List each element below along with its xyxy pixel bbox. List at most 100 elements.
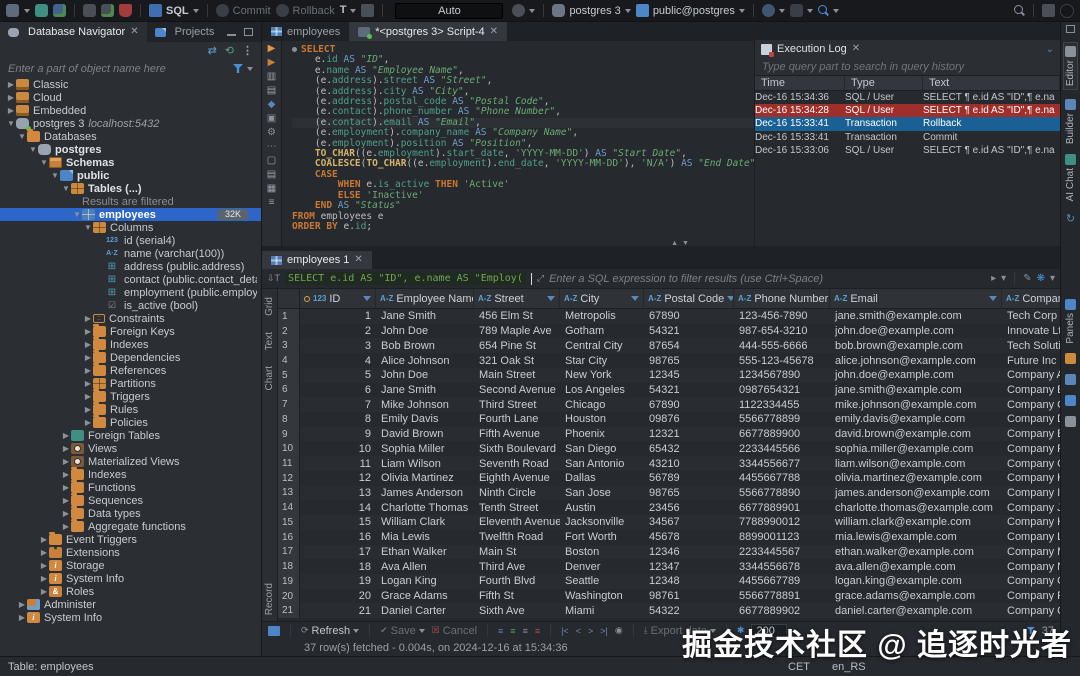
grid-cell[interactable]: Company K [1002, 515, 1060, 530]
tree-item[interactable]: ▶Dependencies [0, 351, 261, 364]
grid-cell[interactable]: 98761 [644, 589, 734, 604]
tab-employees-1[interactable]: employees 1✕ [262, 251, 372, 269]
grid-cell[interactable]: Ninth Circle [474, 486, 560, 501]
prev-row-icon[interactable]: < [576, 626, 581, 636]
clear-filter-icon[interactable]: ≡ [535, 626, 540, 636]
row-number[interactable]: 3 [278, 338, 300, 353]
grid-cell[interactable]: 7788990012 [734, 515, 830, 530]
grid-cell[interactable]: 3344556678 [734, 559, 830, 574]
grid-cell[interactable]: 54321 [644, 383, 734, 398]
grid-cell[interactable]: Olivia Martinez [376, 471, 474, 486]
grid-column-header[interactable]: A-ZPostal Code [644, 289, 734, 308]
cancel-button[interactable]: ☒Cancel [432, 625, 477, 637]
grid-cell[interactable]: 54322 [644, 603, 734, 618]
grid-cell[interactable]: 3 [300, 338, 376, 353]
grid-cell[interactable]: 789 Maple Ave [474, 324, 560, 339]
tree-item[interactable]: ▶Aggregate functions [0, 520, 261, 533]
row-number[interactable]: 10 [278, 441, 300, 456]
row-number[interactable]: 8 [278, 412, 300, 427]
value-viewer-icon[interactable] [1065, 353, 1076, 364]
table-row[interactable]: 2020Grace AdamsFifth StWashington9876155… [278, 589, 1060, 604]
grid-cell[interactable]: Grace Adams [376, 589, 474, 604]
log-row[interactable]: Dec-16 15:33:41TransactionRollback [755, 117, 1060, 130]
tree-item[interactable]: ▶Roles [0, 585, 261, 598]
row-number[interactable]: 1 [278, 309, 300, 324]
search-icon[interactable] [1014, 5, 1025, 16]
grid-column-header[interactable]: A-ZPhone Number [734, 289, 830, 308]
grid-cell[interactable]: Star City [560, 353, 644, 368]
grid-cell[interactable]: bob.brown@example.com [830, 338, 1002, 353]
dropdown-caret[interactable] [24, 9, 30, 13]
export-result-icon[interactable]: ▥ [265, 72, 279, 82]
tree-item[interactable]: ▶Cloud [0, 91, 261, 104]
grid-cell[interactable]: 11 [300, 456, 376, 471]
tree-item[interactable]: ▶System Info [0, 611, 261, 624]
grid-cell[interactable]: Fourth Blvd [474, 574, 560, 589]
tree-item[interactable]: ▼Tables (...) [0, 182, 261, 195]
grid-cell[interactable]: 65432 [644, 441, 734, 456]
tree-item[interactable]: ▶Extensions [0, 546, 261, 559]
grid-cell[interactable]: Company M [1002, 545, 1060, 560]
dashboard-button[interactable] [762, 4, 785, 17]
grid-cell[interactable]: john.doe@example.com [830, 368, 1002, 383]
grid-cell[interactable]: 444-555-6666 [734, 338, 830, 353]
tree-item[interactable]: ▶Triggers [0, 390, 261, 403]
tree-item[interactable]: ▶Materialized Views [0, 455, 261, 468]
filter-sql-text[interactable]: SELECT e.id AS "ID", e.name AS "Employ( [285, 272, 526, 285]
grid-cell[interactable]: grace.adams@example.com [830, 589, 1002, 604]
outline-icon[interactable]: ≡ [265, 198, 279, 208]
tree-item[interactable]: ▶Embedded [0, 104, 261, 117]
grid-cell[interactable]: Mike Johnson [376, 397, 474, 412]
grid-cell[interactable]: 2233445567 [734, 545, 830, 560]
grid-cell[interactable]: Company Q [1002, 603, 1060, 618]
right-tab-ai-chat[interactable]: AI Chat [1065, 154, 1076, 201]
commit-mode-combobox[interactable]: Auto [395, 3, 503, 19]
grid-cell[interactable]: 2233445566 [734, 441, 830, 456]
sort-asc-icon[interactable]: ≡ [498, 626, 503, 636]
grid-cell[interactable]: jane.smith@example.com [830, 383, 1002, 398]
row-number[interactable]: 11 [278, 456, 300, 471]
transaction-log-button[interactable] [512, 4, 535, 17]
grid-cell[interactable]: David Brown [376, 427, 474, 442]
tree-item[interactable]: is_active (bool) [0, 299, 261, 312]
panel-icon[interactable] [268, 626, 280, 636]
grid-cell[interactable]: Future Inc [1002, 353, 1060, 368]
grid-cell[interactable]: Second Avenue [474, 383, 560, 398]
rollback-button[interactable]: Rollback [276, 4, 335, 17]
grid-cell[interactable]: 1122334455 [734, 397, 830, 412]
grid-cell[interactable]: Fourth Lane [474, 412, 560, 427]
splitter-grip[interactable]: ▲▼ [660, 240, 700, 246]
new-doc-icon[interactable]: ▢ [265, 156, 279, 166]
grid-cell[interactable]: Seventh Road [474, 456, 560, 471]
filter-caret[interactable] [247, 67, 253, 71]
grid-cell[interactable]: Tenth Street [474, 500, 560, 515]
tree-item[interactable]: ▼postgres [0, 143, 261, 156]
grid-cell[interactable]: 09876 [644, 412, 734, 427]
grid-cell[interactable]: Company L [1002, 530, 1060, 545]
tree-item[interactable]: ▶Constraints [0, 312, 261, 325]
grid-cell[interactable]: logan.king@example.com [830, 574, 1002, 589]
grid-column-header[interactable]: 123ID [300, 289, 376, 308]
log-search-input[interactable]: Type query part to search in query histo… [757, 59, 1058, 74]
row-number[interactable]: 12 [278, 471, 300, 486]
close-icon[interactable]: ✕ [130, 27, 138, 37]
grid-cell[interactable]: 321 Oak St [474, 353, 560, 368]
close-icon[interactable]: ✕ [490, 27, 498, 37]
grid-cell[interactable]: 87654 [644, 338, 734, 353]
grid-cell[interactable]: john.doe@example.com [830, 324, 1002, 339]
table-row[interactable]: 33Bob Brown654 Pine StCentral City876544… [278, 338, 1060, 353]
run-icon[interactable]: ▶ [265, 44, 279, 54]
grid-cell[interactable]: 9 [300, 427, 376, 442]
tree-item[interactable]: ▼Schemas [0, 156, 261, 169]
references-icon[interactable] [1065, 416, 1076, 427]
grid-cell[interactable]: 4455667789 [734, 574, 830, 589]
grid-cell[interactable]: william.clark@example.com [830, 515, 1002, 530]
remove-filter-icon[interactable]: ≡ [523, 626, 528, 636]
log-row[interactable]: Dec-16 15:33:41TransactionCommit [755, 131, 1060, 144]
tree-item[interactable]: ▶Foreign Tables [0, 429, 261, 442]
tree-item[interactable]: ▶Sequences [0, 494, 261, 507]
row-number[interactable]: 16 [278, 530, 300, 545]
grid-cell[interactable]: Bob Brown [376, 338, 474, 353]
new-connection-icon[interactable] [35, 4, 48, 17]
table-row[interactable]: 88Emily DavisFourth LaneHouston098765566… [278, 412, 1060, 427]
